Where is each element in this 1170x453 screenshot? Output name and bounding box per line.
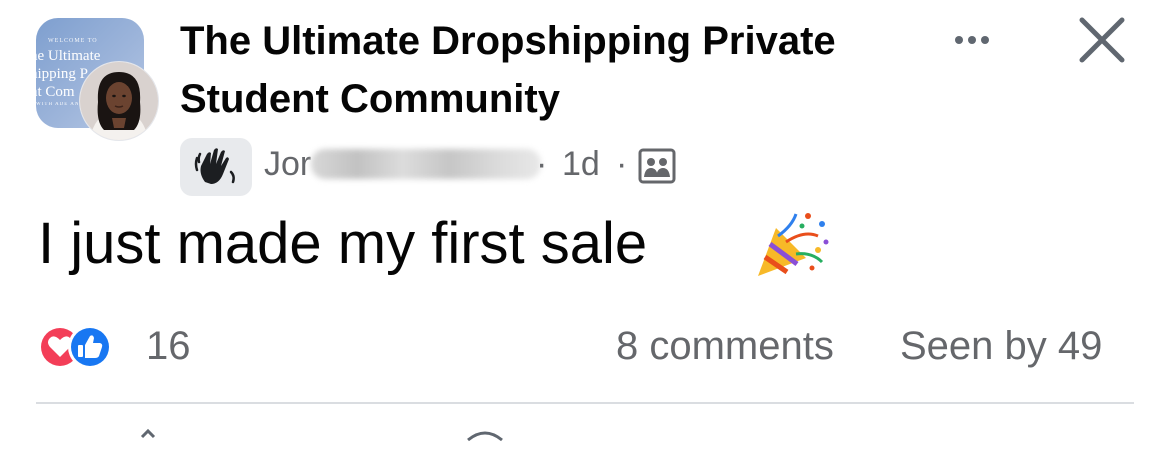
- author-name-text: Jor: [264, 145, 312, 183]
- author-avatar[interactable]: [80, 62, 158, 140]
- group-post-card: WELCOME TO he Ultimate hipping P nt Com …: [0, 0, 1170, 442]
- comments-link[interactable]: 8 comments: [616, 324, 834, 369]
- group-avatar-text: he Ultimate: [36, 48, 101, 64]
- party-popper-icon: [752, 206, 832, 280]
- meta-separator: ·: [616, 145, 628, 183]
- post-text: I just made my first sale: [38, 211, 648, 276]
- reactions-summary[interactable]: [36, 322, 116, 372]
- group-members-icon: [638, 148, 676, 184]
- more-options-button[interactable]: [942, 20, 1002, 60]
- waving-hand-icon: [194, 148, 235, 184]
- author-name[interactable]: Jor: [264, 145, 542, 184]
- action-bar-icon-partial: [128, 428, 168, 448]
- close-icon: [1079, 17, 1125, 63]
- more-dot: [981, 36, 989, 44]
- blurred-name-region: [311, 149, 542, 179]
- group-avatar-text: nt Com: [36, 84, 75, 100]
- reactions-count[interactable]: 16: [146, 324, 191, 369]
- group-avatar-text: WELCOME TO: [48, 38, 98, 44]
- group-avatar-text: WITH ADE AND: [36, 102, 85, 107]
- meta-separator: ·: [536, 145, 548, 183]
- group-avatar-text: hipping P: [36, 66, 88, 82]
- seen-by-link[interactable]: Seen by 49: [900, 324, 1102, 369]
- post-time[interactable]: 1d: [562, 145, 600, 184]
- action-bar-icon-partial: [460, 428, 510, 448]
- group-title[interactable]: The Ultimate Dropshipping Private Studen…: [180, 12, 940, 128]
- more-dot: [968, 36, 976, 44]
- divider: [36, 402, 1134, 404]
- close-button[interactable]: [1076, 14, 1128, 66]
- more-dot: [955, 36, 963, 44]
- member-badge[interactable]: [180, 138, 252, 196]
